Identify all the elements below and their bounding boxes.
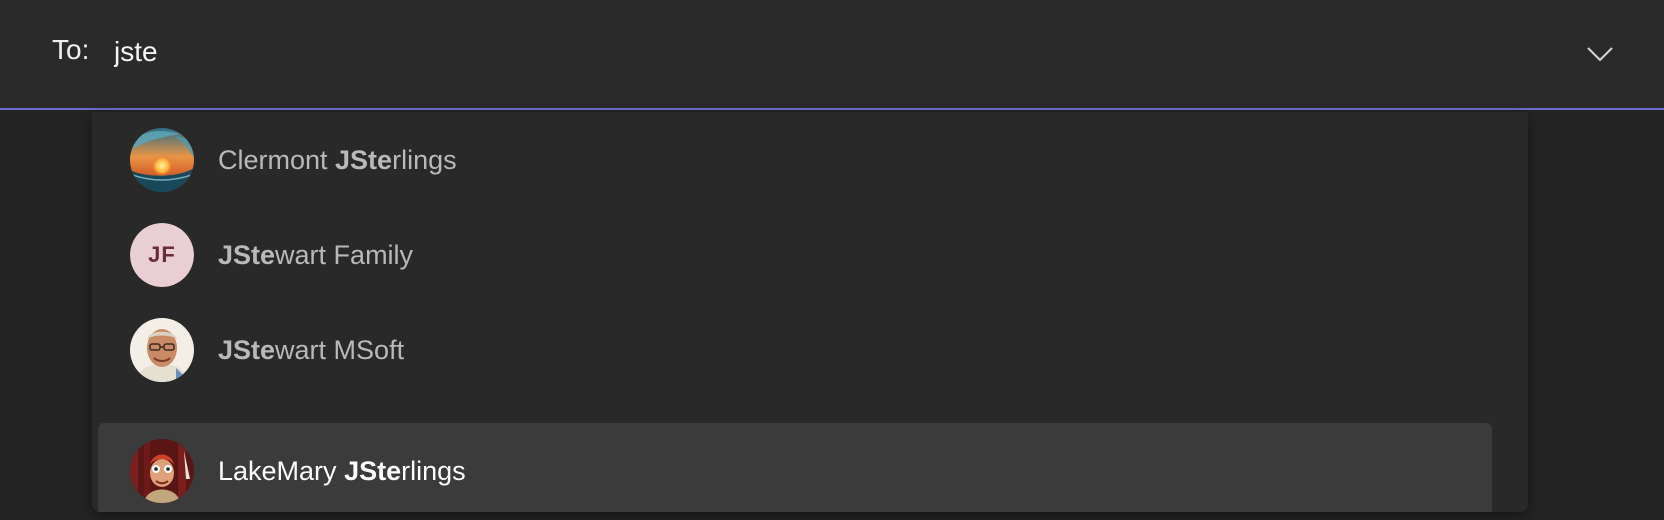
recipient-bar: To: bbox=[0, 0, 1664, 110]
suggestion-item[interactable]: JStewart MSoft bbox=[98, 302, 1492, 398]
man-portrait-photo-icon bbox=[130, 318, 194, 382]
suggestion-list: Clermont JSterlings JF JStewart Family J… bbox=[92, 112, 1528, 512]
suggestion-name: JStewart MSoft bbox=[218, 335, 405, 365]
muppet-photo-icon bbox=[130, 439, 194, 503]
chevron-down-icon[interactable] bbox=[1586, 40, 1614, 68]
sunset-wave-photo-icon bbox=[130, 128, 194, 192]
avatar bbox=[130, 128, 194, 192]
to-label: To: bbox=[52, 34, 90, 65]
suggestion-item-selected[interactable]: LakeMary JSterlings bbox=[98, 423, 1492, 512]
recipient-input[interactable] bbox=[114, 30, 1514, 74]
suggestion-name: JStewart Family bbox=[218, 240, 414, 270]
avatar: JF bbox=[130, 223, 194, 287]
suggestion-name: LakeMary JSterlings bbox=[218, 456, 466, 486]
suggestion-item[interactable]: Clermont JSterlings bbox=[98, 112, 1492, 208]
suggestion-item[interactable]: JF JStewart Family bbox=[98, 207, 1492, 303]
avatar-initials: JF bbox=[130, 223, 194, 287]
avatar bbox=[130, 318, 194, 382]
avatar bbox=[130, 439, 194, 503]
suggestion-name: Clermont JSterlings bbox=[218, 145, 457, 175]
